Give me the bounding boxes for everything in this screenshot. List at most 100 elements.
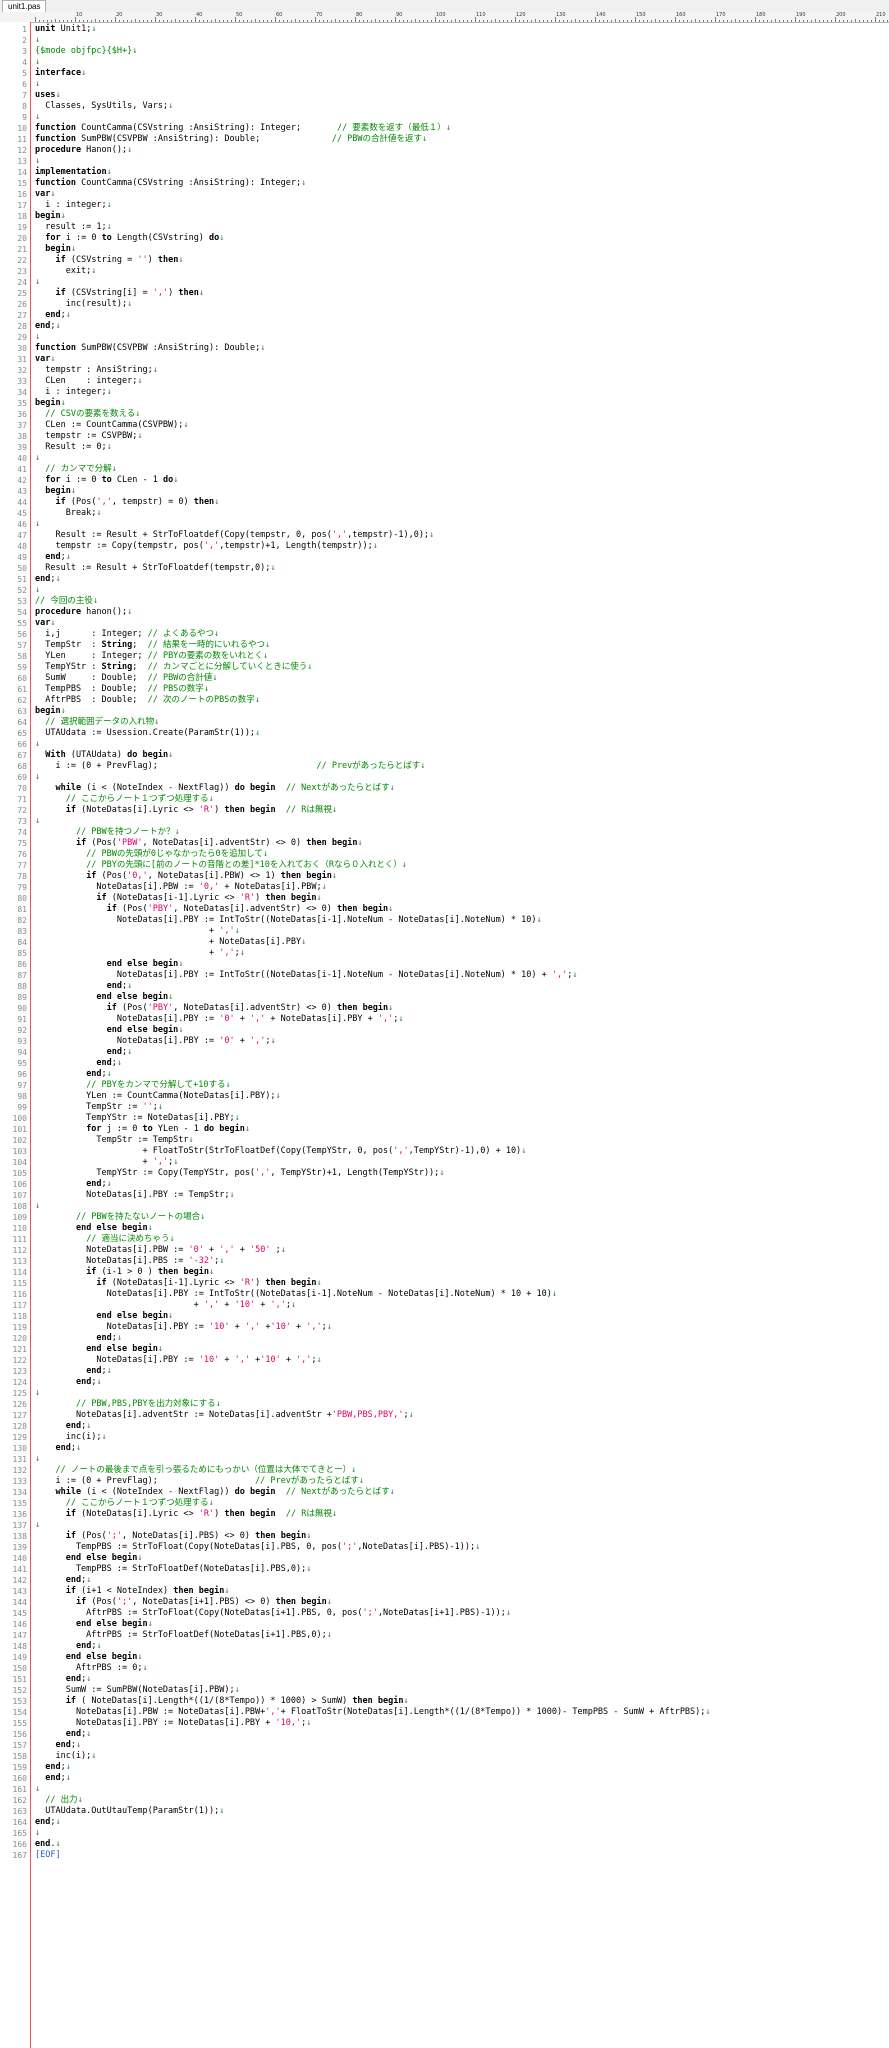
code-line[interactable]: YLen : Integer; // PBYの要素の数をいれとく↓ bbox=[35, 651, 268, 662]
code-line[interactable]: end;↓ bbox=[35, 1069, 112, 1080]
code-line[interactable]: TempYStr := NoteDatas[i].PBY;↓ bbox=[35, 1113, 240, 1124]
code-line[interactable]: ↓ bbox=[35, 739, 40, 750]
code-line[interactable]: TempStr := TempStr↓ bbox=[35, 1135, 193, 1146]
code-line[interactable]: NoteDatas[i].PBY := IntToStr((NoteDatas[… bbox=[35, 915, 542, 926]
code-line[interactable]: TempPBS := StrToFloatDef(NoteDatas[i].PB… bbox=[35, 1564, 311, 1575]
code-line[interactable]: end;↓ bbox=[35, 1773, 71, 1784]
code-line[interactable]: end else begin↓ bbox=[35, 1311, 173, 1322]
code-line[interactable]: function CountCamma(CSVstring :AnsiStrin… bbox=[35, 178, 306, 189]
code-line[interactable]: NoteDatas[i].PBY := IntToStr((NoteDatas[… bbox=[35, 1289, 557, 1300]
code-line[interactable]: TempStr := '';↓ bbox=[35, 1102, 163, 1113]
code-line[interactable]: TempPBS : Double; // PBSの数字↓ bbox=[35, 684, 209, 695]
code-line[interactable]: UTAUdata.OutUtauTemp(ParamStr(1));↓ bbox=[35, 1806, 224, 1817]
code-line[interactable]: function SumPBW(CSVPBW :AnsiString): Dou… bbox=[35, 134, 427, 145]
code-line[interactable]: var↓ bbox=[35, 189, 55, 200]
code-line[interactable]: tempstr := CSVPBW;↓ bbox=[35, 431, 142, 442]
code-line[interactable]: end else begin↓ bbox=[35, 1025, 184, 1036]
code-line[interactable]: UTAUdata := Usession.Create(ParamStr(1))… bbox=[35, 728, 260, 739]
code-line[interactable]: i : integer;↓ bbox=[35, 200, 112, 211]
code-line[interactable]: end else begin↓ bbox=[35, 1344, 163, 1355]
code-line[interactable]: Result := Result + StrToFloatdef(tempstr… bbox=[35, 563, 275, 574]
code-line[interactable]: CLen := CountCamma(CSVPBW);↓ bbox=[35, 420, 188, 431]
code-line[interactable]: end.↓ bbox=[35, 1839, 61, 1850]
code-line[interactable]: ↓ bbox=[35, 772, 40, 783]
code-line[interactable]: if (i-1 > 0 ) then begin↓ bbox=[35, 1267, 214, 1278]
code-line[interactable]: end;↓ bbox=[35, 981, 133, 992]
code-line[interactable]: ↓ bbox=[35, 816, 40, 827]
code-line[interactable]: CLen : integer;↓ bbox=[35, 376, 142, 387]
code-line[interactable]: AftrPBS : Double; // 次のノートのPBSの数字↓ bbox=[35, 695, 260, 706]
code-line[interactable]: // PBWを持たないノートの場合↓ bbox=[35, 1212, 205, 1223]
code-line[interactable]: i := (0 + PrevFlag); // Prevがあったらとばす↓ bbox=[35, 1476, 364, 1487]
code-line[interactable]: inc(result);↓ bbox=[35, 299, 133, 310]
code-line[interactable]: end;↓ bbox=[35, 1443, 81, 1454]
code-line[interactable]: // PBYの先頭に[前のノートの音階との差]*10を入れておく（Rなら０入れと… bbox=[35, 860, 407, 871]
code-line[interactable]: end else begin↓ bbox=[35, 992, 173, 1003]
code-line[interactable]: // PBYをカンマで分解して+10する↓ bbox=[35, 1080, 230, 1091]
code-line[interactable]: // CSVの要素を数える↓ bbox=[35, 409, 140, 420]
code-line[interactable]: begin↓ bbox=[35, 398, 66, 409]
code-line[interactable]: Result := 0;↓ bbox=[35, 442, 112, 453]
code-line[interactable]: end else begin↓ bbox=[35, 1553, 143, 1564]
code-editor[interactable]: unit Unit1;↓ ↓ {$mode objfpc}{$H+}↓ ↓ interf… bbox=[35, 22, 889, 2048]
code-line[interactable]: [EOF] bbox=[35, 1850, 61, 1861]
code-line[interactable]: // PBW,PBS,PBYを出力対象にする↓ bbox=[35, 1399, 221, 1410]
code-line[interactable]: AftrPBS := 0;↓ bbox=[35, 1663, 148, 1674]
code-line[interactable]: NoteDatas[i].PBY := '0' + ',' + NoteData… bbox=[35, 1014, 404, 1025]
code-line[interactable]: end;↓ bbox=[35, 552, 71, 563]
code-line[interactable]: {$mode objfpc}{$H+}↓ bbox=[35, 46, 137, 57]
code-line[interactable]: ↓ bbox=[35, 79, 40, 90]
code-line[interactable]: AftrPBS := StrToFloatDef(NoteDatas[i+1].… bbox=[35, 1630, 332, 1641]
code-line[interactable]: NoteDatas[i].PBS := '-32';↓ bbox=[35, 1256, 224, 1267]
code-line[interactable]: ↓ bbox=[35, 1828, 40, 1839]
code-line[interactable]: end;↓ bbox=[35, 1421, 92, 1432]
code-line[interactable]: ↓ bbox=[35, 519, 40, 530]
code-line[interactable]: inc(i);↓ bbox=[35, 1751, 96, 1762]
code-line[interactable]: Break;↓ bbox=[35, 508, 102, 519]
code-line[interactable]: ↓ bbox=[35, 1388, 40, 1399]
code-line[interactable]: if ( NoteDatas[i].Length*((1/(8*Tempo)) … bbox=[35, 1696, 409, 1707]
code-line[interactable]: + ',';↓ bbox=[35, 948, 245, 959]
code-line[interactable]: + ','↓ bbox=[35, 926, 240, 937]
code-line[interactable]: // PBWを持つノートか？↓ bbox=[35, 827, 180, 838]
code-line[interactable]: + ',';↓ bbox=[35, 1157, 178, 1168]
code-line[interactable]: if (Pos(';', NoteDatas[i].PBS) <> 0) the… bbox=[35, 1531, 312, 1542]
code-line[interactable]: NoteDatas[i].PBW := '0' + ',' + '50' ;↓ bbox=[35, 1245, 286, 1256]
code-line[interactable]: NoteDatas[i].adventStr := NoteDatas[i].a… bbox=[35, 1410, 414, 1421]
code-line[interactable]: TempYStr : String; // カンマごとに分解していくときに使う↓ bbox=[35, 662, 312, 673]
code-line[interactable]: NoteDatas[i].PBW := '0,' + NoteDatas[i].… bbox=[35, 882, 326, 893]
code-line[interactable]: var↓ bbox=[35, 354, 55, 365]
code-line[interactable]: if (Pos('0,', NoteDatas[i].PBW) <> 1) th… bbox=[35, 871, 337, 882]
code-line[interactable]: inc(i);↓ bbox=[35, 1432, 107, 1443]
code-line[interactable]: // 適当に決めちゃう↓ bbox=[35, 1234, 174, 1245]
code-line[interactable]: if (CSVstring = '') then↓ bbox=[35, 255, 183, 266]
code-line[interactable]: end;↓ bbox=[35, 1047, 133, 1058]
code-line[interactable]: for i := 0 to CLen - 1 do↓ bbox=[35, 475, 178, 486]
code-line[interactable]: end;↓ bbox=[35, 574, 61, 585]
code-line[interactable]: end;↓ bbox=[35, 1762, 71, 1773]
code-line[interactable]: begin↓ bbox=[35, 486, 76, 497]
code-line[interactable]: ↓ bbox=[35, 156, 40, 167]
code-line[interactable]: ↓ bbox=[35, 112, 40, 123]
code-line[interactable]: procedure hanon();↓ bbox=[35, 607, 132, 618]
code-line[interactable]: i := (0 + PrevFlag); // Prevがあったらとばす↓ bbox=[35, 761, 425, 772]
code-line[interactable]: i : integer;↓ bbox=[35, 387, 112, 398]
code-line[interactable]: ↓ bbox=[35, 585, 40, 596]
code-line[interactable]: // 今回の主役↓ bbox=[35, 596, 98, 607]
code-line[interactable]: if (NoteDatas[i].Lyric <> 'R') then begi… bbox=[35, 805, 337, 816]
code-line[interactable]: end;↓ bbox=[35, 1729, 92, 1740]
code-line[interactable]: // 出力↓ bbox=[35, 1795, 82, 1806]
code-line[interactable]: interface↓ bbox=[35, 68, 86, 79]
code-line[interactable]: if (NoteDatas[i-1].Lyric <> 'R') then be… bbox=[35, 893, 321, 904]
code-line[interactable]: + FloatToStr(StrToFloatDef(Copy(TempYStr… bbox=[35, 1146, 526, 1157]
code-line[interactable]: AftrPBS := StrToFloat(Copy(NoteDatas[i+1… bbox=[35, 1608, 511, 1619]
code-line[interactable]: // ここからノート１つずつ処理する↓ bbox=[35, 1498, 214, 1509]
code-line[interactable]: SumW := SumPBW(NoteDatas[i].PBW);↓ bbox=[35, 1685, 240, 1696]
code-line[interactable]: end;↓ bbox=[35, 321, 61, 332]
code-line[interactable]: end;↓ bbox=[35, 1674, 92, 1685]
code-line[interactable]: while (i < (NoteIndex - NextFlag)) do be… bbox=[35, 783, 394, 794]
code-line[interactable]: TempPBS := StrToFloat(Copy(NoteDatas[i].… bbox=[35, 1542, 480, 1553]
code-line[interactable]: unit Unit1;↓ bbox=[35, 24, 96, 35]
code-line[interactable]: end;↓ bbox=[35, 1377, 102, 1388]
code-line[interactable]: SumW : Double; // PBWの合計値↓ bbox=[35, 673, 217, 684]
